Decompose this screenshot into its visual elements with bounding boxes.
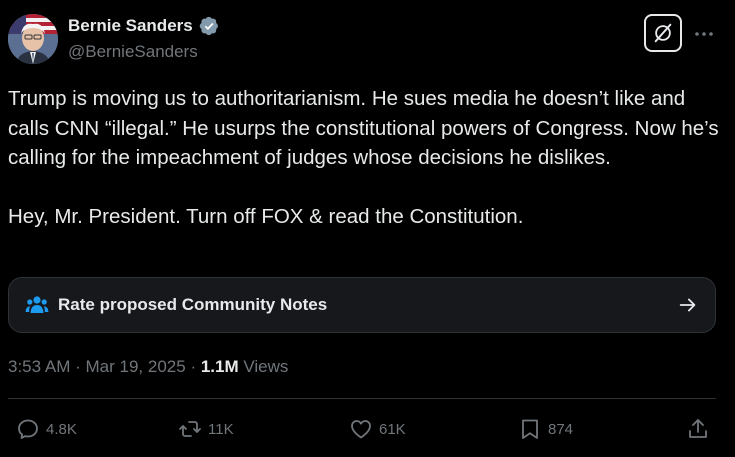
tweet-text: Trump is moving us to authoritarianism. … [8, 87, 719, 228]
grok-icon [654, 23, 672, 43]
bookmark-count: 874 [548, 420, 574, 438]
community-notes-label: Rate proposed Community Notes [58, 295, 328, 314]
reply-count: 4.8K [46, 420, 77, 438]
meta-separator: · [190, 357, 197, 376]
verified-badge-icon [199, 16, 218, 36]
avatar[interactable] [8, 14, 58, 64]
share-icon [689, 419, 707, 438]
repost-button[interactable]: 11K [178, 416, 234, 442]
avatar-image [8, 14, 58, 64]
repost-icon [179, 421, 201, 437]
views-label: Views [243, 357, 289, 376]
user-name-row[interactable]: Bernie Sanders [68, 15, 220, 37]
arrow-right-icon [679, 298, 696, 312]
user-handle[interactable]: @BernieSanders [68, 42, 198, 62]
user-name[interactable]: Bernie Sanders [68, 16, 193, 36]
reply-icon [18, 419, 38, 439]
community-notes-card[interactable]: Rate proposed Community Notes [8, 277, 716, 333]
tweet-date[interactable]: Mar 19, 2025 [86, 357, 186, 376]
bookmark-icon [522, 419, 538, 439]
tweet-time[interactable]: 3:53 AM [8, 357, 70, 376]
tweet-meta: 3:53 AM · Mar 19, 2025 · 1.1M Views [8, 357, 288, 377]
grok-button[interactable] [644, 14, 682, 52]
repost-count: 11K [208, 420, 234, 438]
like-button[interactable]: 61K [349, 416, 406, 442]
community-notes-people-icon [25, 296, 49, 313]
share-button[interactable] [686, 416, 710, 442]
meta-separator: · [75, 357, 81, 376]
bookmark-button[interactable]: 874 [518, 416, 573, 442]
more-dots-icon [695, 32, 713, 36]
reply-button[interactable]: 4.8K [16, 416, 77, 442]
like-count: 61K [379, 420, 406, 438]
heart-icon [351, 420, 371, 439]
views-count: 1.1M [200, 357, 239, 376]
more-options-button[interactable] [690, 20, 718, 48]
divider [8, 398, 716, 399]
